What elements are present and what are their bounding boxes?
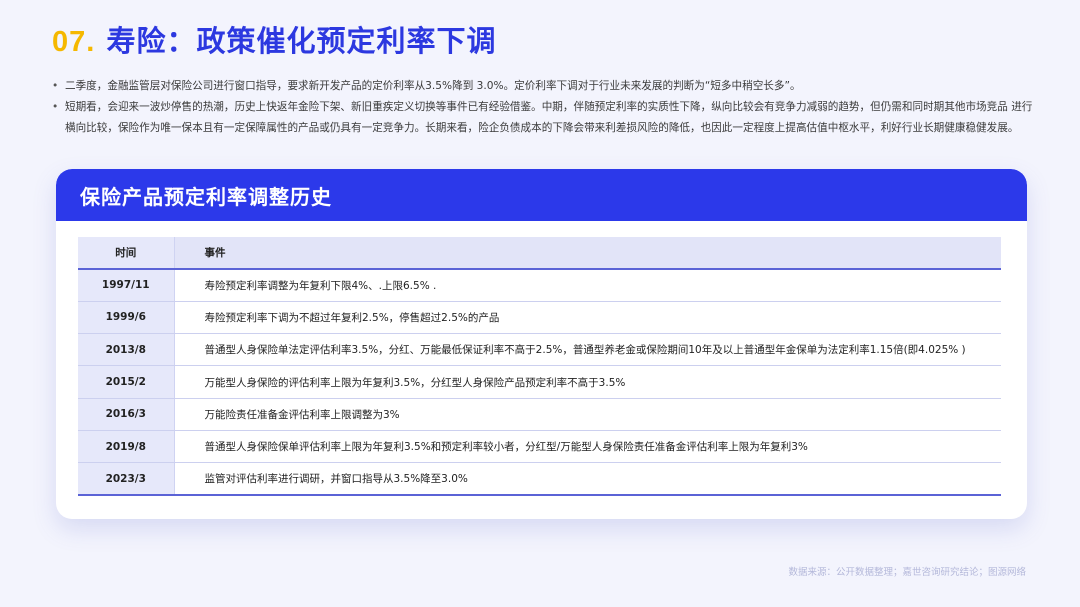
column-header-time: 时间 (78, 237, 175, 270)
cell-time: 2013/8 (78, 333, 175, 367)
table-row: 2019/8 普通型人身保险保单评估利率上限为年复利3.5%和预定利率较小者，分… (78, 430, 1001, 464)
table-header-row: 时间 事件 (78, 237, 1001, 270)
table-row: 2015/2 万能型人身保险的评估利率上限为年复利3.5%，分红型人身保险产品预… (78, 365, 1001, 399)
bullet-item: 短期看，会迎来一波炒停售的热潮，历史上快返年金险下架、新旧重疾定义切换等事件已有… (52, 97, 1036, 139)
cell-time: 2015/2 (78, 365, 175, 399)
cell-event: 寿险预定利率下调为不超过年复利2.5%，停售超过2.5%的产品 (174, 301, 1001, 335)
table-row: 2013/8 普通型人身保险单法定评估利率3.5%，分红、万能最低保证利率不高于… (78, 333, 1001, 367)
source-note: 数据来源：公开数据整理；嘉世咨询研究结论；图源网络 (788, 567, 1026, 578)
card-title: 保险产品预定利率调整历史 (80, 184, 332, 209)
table-row: 2023/3 监管对评估利率进行调研，并窗口指导从3.5%降至3.0% (78, 462, 1001, 497)
rate-history-card: 保险产品预定利率调整历史 时间 事件 1997/11 寿险预定利率调整为年复利下… (56, 169, 1027, 519)
bullet-item: 二季度，金融监管层对保险公司进行窗口指导，要求新开发产品的定价利率从3.5%降到… (52, 76, 1036, 97)
card-header: 保险产品预定利率调整历史 (56, 169, 1027, 221)
cell-time: 2023/3 (78, 462, 175, 497)
column-header-event: 事件 (174, 237, 1001, 270)
section-title: 寿险：政策催化预定利率下调 (106, 24, 497, 58)
table-row: 1999/6 寿险预定利率下调为不超过年复利2.5%，停售超过2.5%的产品 (78, 301, 1001, 335)
cell-time: 1997/11 (78, 269, 175, 302)
cell-event: 寿险预定利率调整为年复利下限4%、.上限6.5% . (174, 269, 1001, 302)
cell-event: 万能型人身保险的评估利率上限为年复利3.5%，分红型人身保险产品预定利率不高于3… (174, 365, 1001, 399)
cell-event: 万能险责任准备金评估利率上限调整为3% (174, 398, 1001, 431)
section-number: 07. (52, 26, 96, 58)
table-row: 2016/3 万能险责任准备金评估利率上限调整为3% (78, 398, 1001, 431)
cell-event: 普通型人身保险单法定评估利率3.5%，分红、万能最低保证利率不高于2.5%，普通… (174, 333, 1001, 367)
cell-event: 监管对评估利率进行调研，并窗口指导从3.5%降至3.0% (174, 462, 1001, 497)
cell-time: 2019/8 (78, 430, 175, 464)
table-row: 1997/11 寿险预定利率调整为年复利下限4%、.上限6.5% . (78, 269, 1001, 302)
cell-time: 2016/3 (78, 398, 175, 431)
cell-event: 普通型人身保险保单评估利率上限为年复利3.5%和预定利率较小者，分红型/万能型人… (174, 430, 1001, 464)
summary-bullets: 二季度，金融监管层对保险公司进行窗口指导，要求新开发产品的定价利率从3.5%降到… (52, 76, 1036, 139)
rate-history-table: 时间 事件 1997/11 寿险预定利率调整为年复利下限4%、.上限6.5% .… (78, 237, 1001, 497)
page-title: 07. 寿险：政策催化预定利率下调 (52, 18, 496, 60)
cell-time: 1999/6 (78, 301, 175, 335)
